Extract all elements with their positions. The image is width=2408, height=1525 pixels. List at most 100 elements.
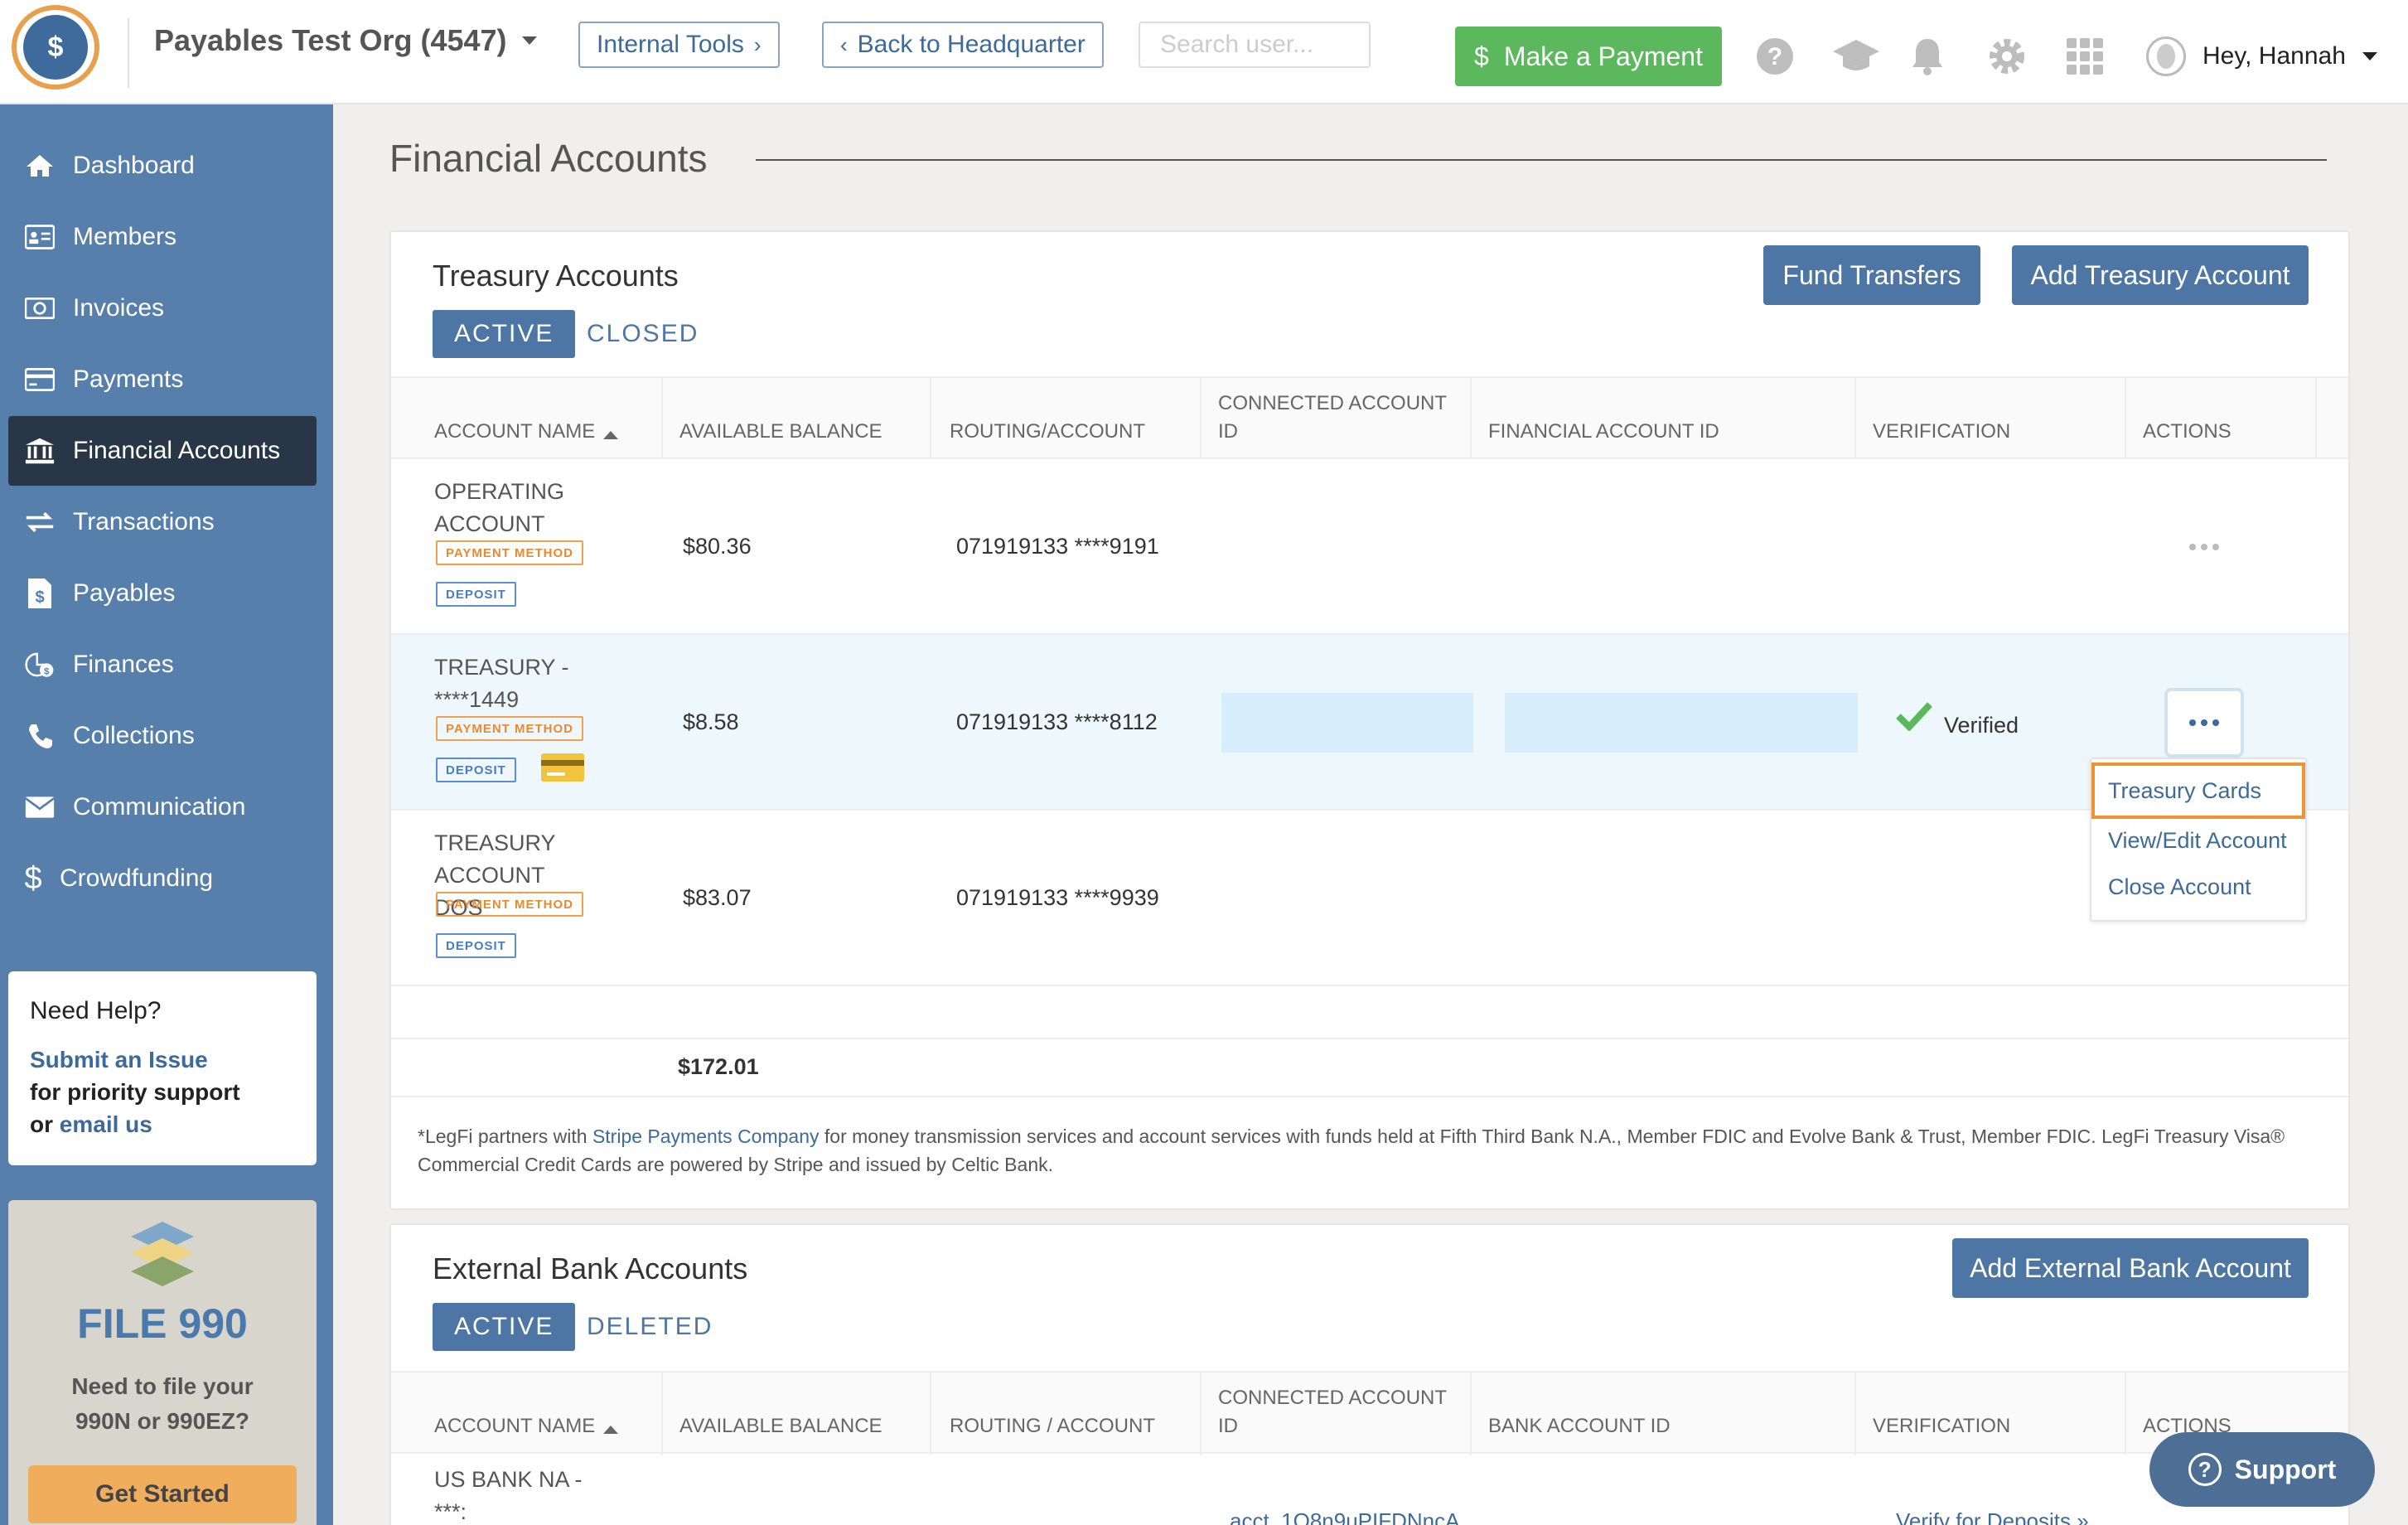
chevron-left-icon: ‹ bbox=[840, 31, 848, 57]
external-bank-accounts-card: External Bank Accounts ACTIVE DELETED Ad… bbox=[389, 1223, 2350, 1525]
sidebar-item-invoices[interactable]: Invoices bbox=[8, 274, 317, 343]
chevron-down-icon bbox=[2362, 52, 2377, 61]
table-row: OPERATING ACCOUNT PAYMENT METHOD DEPOSIT… bbox=[391, 459, 2348, 635]
column-divider bbox=[1470, 1372, 1472, 1455]
total-balance: $172.01 bbox=[678, 1054, 759, 1079]
routing-account: 071919133 ****9939 bbox=[956, 885, 1159, 910]
gear-icon[interactable] bbox=[1987, 36, 2027, 76]
sidebar-item-transactions[interactable]: Transactions bbox=[8, 487, 317, 557]
account-name-line: ***: bbox=[434, 1499, 467, 1524]
dollar-icon: $ bbox=[1474, 41, 1489, 71]
col-account-name[interactable]: ACCOUNT NAME bbox=[434, 393, 619, 446]
deposit-badge: DEPOSIT bbox=[436, 933, 516, 958]
help-icon[interactable]: ? bbox=[1755, 36, 1795, 76]
sidebar-item-dashboard[interactable]: Dashboard bbox=[8, 131, 317, 201]
internal-tools-button[interactable]: Internal Tools › bbox=[578, 22, 780, 68]
tab-closed[interactable]: CLOSED bbox=[565, 310, 720, 358]
title-rule bbox=[756, 159, 2327, 161]
menu-item-treasury-cards[interactable]: Treasury Cards bbox=[2091, 762, 2305, 819]
row-actions-button[interactable] bbox=[2164, 688, 2244, 758]
payment-method-badge: PAYMENT METHOD bbox=[436, 716, 584, 741]
sidebar-item-payments[interactable]: Payments bbox=[8, 345, 317, 414]
total-row: $172.01 bbox=[391, 1038, 2348, 1097]
sidebar-item-label: Payables bbox=[73, 579, 176, 607]
search-user-input[interactable] bbox=[1139, 22, 1371, 68]
col-verification: VERIFICATION bbox=[1873, 420, 2011, 443]
col-verification: VERIFICATION bbox=[1873, 1415, 2011, 1437]
account-name[interactable]: OPERATING ACCOUNT bbox=[434, 476, 658, 540]
promo-line-2: 990N or 990EZ? bbox=[75, 1408, 250, 1434]
submit-issue-link[interactable]: Submit an Issue bbox=[30, 1047, 208, 1072]
make-payment-button[interactable]: $ Make a Payment bbox=[1455, 27, 1722, 86]
menu-item-view-edit-account[interactable]: View/Edit Account bbox=[2091, 817, 2305, 864]
connected-account-link[interactable]: acct_1O8n9uPIFDNncA bbox=[1230, 1508, 1459, 1525]
account-name-line: ****1449 bbox=[434, 687, 520, 712]
sidebar-item-communication[interactable]: Communication bbox=[8, 772, 317, 842]
treasury-table-header: ACCOUNT NAME AVAILABLE BALANCE ROUTING/A… bbox=[391, 376, 2348, 461]
get-started-button[interactable]: Get Started bbox=[28, 1465, 297, 1523]
tab-active[interactable]: ACTIVE bbox=[433, 310, 576, 358]
apps-grid-icon[interactable] bbox=[2065, 36, 2105, 76]
sidebar-item-financial-accounts[interactable]: Financial Accounts bbox=[8, 416, 317, 486]
user-menu[interactable]: Hey, Hannah bbox=[2146, 36, 2377, 76]
verify-for-deposits-link[interactable]: Verify for Deposits » bbox=[1896, 1508, 2089, 1525]
phone-icon bbox=[25, 721, 55, 751]
col-routing-account: ROUTING / ACCOUNT bbox=[950, 1415, 1156, 1437]
column-divider bbox=[2125, 1372, 2126, 1455]
deposit-badge: DEPOSIT bbox=[436, 582, 516, 607]
sidebar-item-finances[interactable]: $ Finances bbox=[8, 630, 317, 700]
support-label: Support bbox=[2234, 1454, 2337, 1484]
footnote-text: Commercial Credit Cards are powered by S… bbox=[418, 1154, 1053, 1175]
back-to-hq-button[interactable]: ‹ Back to Headquarter bbox=[822, 22, 1104, 68]
payment-method-badge: PAYMENT METHOD bbox=[436, 892, 584, 917]
sidebar-item-crowdfunding[interactable]: $ Crowdfunding bbox=[8, 844, 317, 913]
account-name[interactable]: US BANK NA - ***: bbox=[434, 1464, 658, 1525]
bell-icon[interactable] bbox=[1908, 36, 1947, 76]
document-dollar-icon: $ bbox=[25, 579, 55, 608]
promo-title: FILE 990 bbox=[77, 1300, 248, 1347]
column-divider bbox=[1200, 1372, 1202, 1455]
column-divider bbox=[1470, 378, 1472, 461]
sidebar-item-label: Collections bbox=[73, 722, 195, 749]
support-button[interactable]: ? Support bbox=[2149, 1432, 2375, 1507]
account-name[interactable]: TREASURY - ****1449 bbox=[434, 651, 658, 716]
sidebar-item-members[interactable]: Members bbox=[8, 202, 317, 272]
row-actions-button[interactable] bbox=[2164, 512, 2244, 582]
column-divider bbox=[661, 378, 663, 461]
available-balance: $83.07 bbox=[683, 885, 752, 910]
verification-status: Verified bbox=[1944, 713, 2019, 738]
column-divider bbox=[930, 378, 931, 461]
sidebar-item-label: Communication bbox=[73, 793, 246, 821]
stripe-link[interactable]: Stripe Payments Company bbox=[592, 1126, 820, 1147]
sidebar-item-collections[interactable]: Collections bbox=[8, 701, 317, 771]
column-divider bbox=[2125, 378, 2126, 461]
column-divider bbox=[2315, 378, 2317, 461]
file-990-promo: FILE 990 Need to file your 990N or 990EZ… bbox=[8, 1200, 317, 1525]
tab-deleted[interactable]: DELETED bbox=[565, 1303, 734, 1351]
menu-item-close-account[interactable]: Close Account bbox=[2091, 864, 2305, 910]
org-switcher[interactable]: Payables Test Org (4547) bbox=[154, 23, 537, 58]
add-treasury-account-button[interactable]: Add Treasury Account bbox=[2012, 245, 2309, 305]
column-divider bbox=[1200, 378, 1202, 461]
org-logo[interactable]: $ bbox=[12, 5, 99, 90]
top-header: $ Payables Test Org (4547) Internal Tool… bbox=[0, 0, 2408, 104]
sidebar-item-label: Dashboard bbox=[73, 152, 195, 179]
credit-card-icon bbox=[25, 365, 55, 395]
graduation-cap-icon[interactable] bbox=[1831, 36, 1881, 76]
external-table-header: ACCOUNT NAME AVAILABLE BALANCE ROUTING /… bbox=[391, 1371, 2348, 1455]
svg-text:?: ? bbox=[1767, 43, 1782, 70]
sidebar-item-label: Crowdfunding bbox=[60, 864, 214, 892]
col-account-name[interactable]: ACCOUNT NAME bbox=[434, 1387, 619, 1440]
add-external-bank-account-button[interactable]: Add External Bank Account bbox=[1952, 1238, 2309, 1298]
sidebar-item-payables[interactable]: $ Payables bbox=[8, 559, 317, 628]
table-row: TREASURY - ****1449 PAYMENT METHOD DEPOS… bbox=[391, 635, 2348, 811]
check-icon bbox=[1896, 701, 1932, 735]
tab-active[interactable]: ACTIVE bbox=[433, 1303, 576, 1351]
account-name-line: OPERATING bbox=[434, 479, 565, 504]
email-us-link[interactable]: email us bbox=[60, 1111, 152, 1137]
svg-text:$: $ bbox=[35, 588, 44, 607]
footnote-text: *LegFi partners with bbox=[418, 1126, 592, 1147]
fund-transfers-button[interactable]: Fund Transfers bbox=[1763, 245, 1980, 305]
pie-chart-icon: $ bbox=[25, 650, 55, 680]
footnote-text: for money transmission services and acco… bbox=[819, 1126, 2285, 1147]
